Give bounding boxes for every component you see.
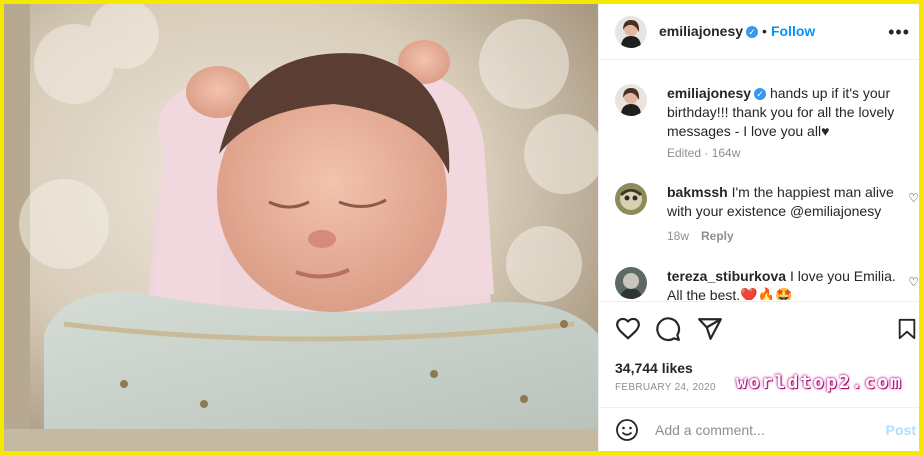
share-icon[interactable] <box>697 316 723 342</box>
comment-meta: 18w Reply <box>667 229 734 243</box>
reply-button[interactable]: Reply <box>701 229 734 243</box>
likes-count[interactable]: 34,744 likes <box>615 360 693 376</box>
profile-photo-icon <box>615 16 647 48</box>
verified-badge-icon: ✓ <box>746 26 759 38</box>
comment-username[interactable]: bakmssh <box>667 184 728 200</box>
avatar[interactable] <box>615 183 647 215</box>
profile-photo-icon <box>615 183 647 215</box>
watermark: worldtop2.com <box>736 372 903 393</box>
profile-photo-icon <box>615 84 647 116</box>
comment-age: 18w <box>667 229 690 243</box>
avatar[interactable] <box>615 84 647 116</box>
bookmark-icon[interactable] <box>896 316 918 342</box>
post-header: emiliajonesy ✓ • Follow ••• <box>599 4 919 60</box>
username[interactable]: emiliajonesy <box>659 23 743 39</box>
comment-item: bakmssh I'm the happiest man alive with … <box>615 183 919 253</box>
comment-icon[interactable] <box>655 316 681 342</box>
comment-text-block: bakmssh I'm the happiest man alive with … <box>667 183 903 221</box>
avatar[interactable] <box>615 267 647 299</box>
add-comment-bar: Post <box>599 407 919 451</box>
post-actions: 34,744 likes FEBRUARY 24, 2020 <box>599 301 919 410</box>
like-comment-heart-icon[interactable]: ♡ <box>908 191 919 205</box>
caption-text-block: emiliajonesy ✓ hands up if it's your birt… <box>667 84 903 141</box>
comments-list[interactable]: emiliajonesy ✓ hands up if it's your birt… <box>599 60 919 300</box>
separator-dot: • <box>762 23 767 39</box>
comment-input[interactable] <box>655 418 875 442</box>
avatar[interactable] <box>615 16 647 48</box>
caption-meta: Edited · 164w <box>667 146 741 160</box>
emoji-icon[interactable] <box>615 418 639 442</box>
comment-username[interactable]: tereza_stiburkova <box>667 268 786 284</box>
like-comment-heart-icon[interactable]: ♡ <box>908 275 919 289</box>
follow-button[interactable]: Follow <box>771 23 815 39</box>
comment-item: tereza_stiburkova I love you Emilia. All… <box>615 267 919 300</box>
post-date: FEBRUARY 24, 2020 <box>615 382 716 393</box>
caption-username[interactable]: emiliajonesy <box>667 85 751 101</box>
verified-badge-icon: ✓ <box>754 88 767 100</box>
caption: emiliajonesy ✓ hands up if it's your birt… <box>615 84 905 164</box>
profile-photo-icon <box>615 267 647 299</box>
post-photo[interactable] <box>4 4 598 451</box>
header-title-row: emiliajonesy ✓ • Follow <box>659 23 815 41</box>
post-comment-button[interactable]: Post <box>886 422 916 438</box>
baby-photo-illustration <box>4 4 598 451</box>
heart-icon[interactable] <box>615 316 641 342</box>
comment-text-block: tereza_stiburkova I love you Emilia. All… <box>667 267 903 300</box>
more-options-icon[interactable]: ••• <box>888 22 910 43</box>
